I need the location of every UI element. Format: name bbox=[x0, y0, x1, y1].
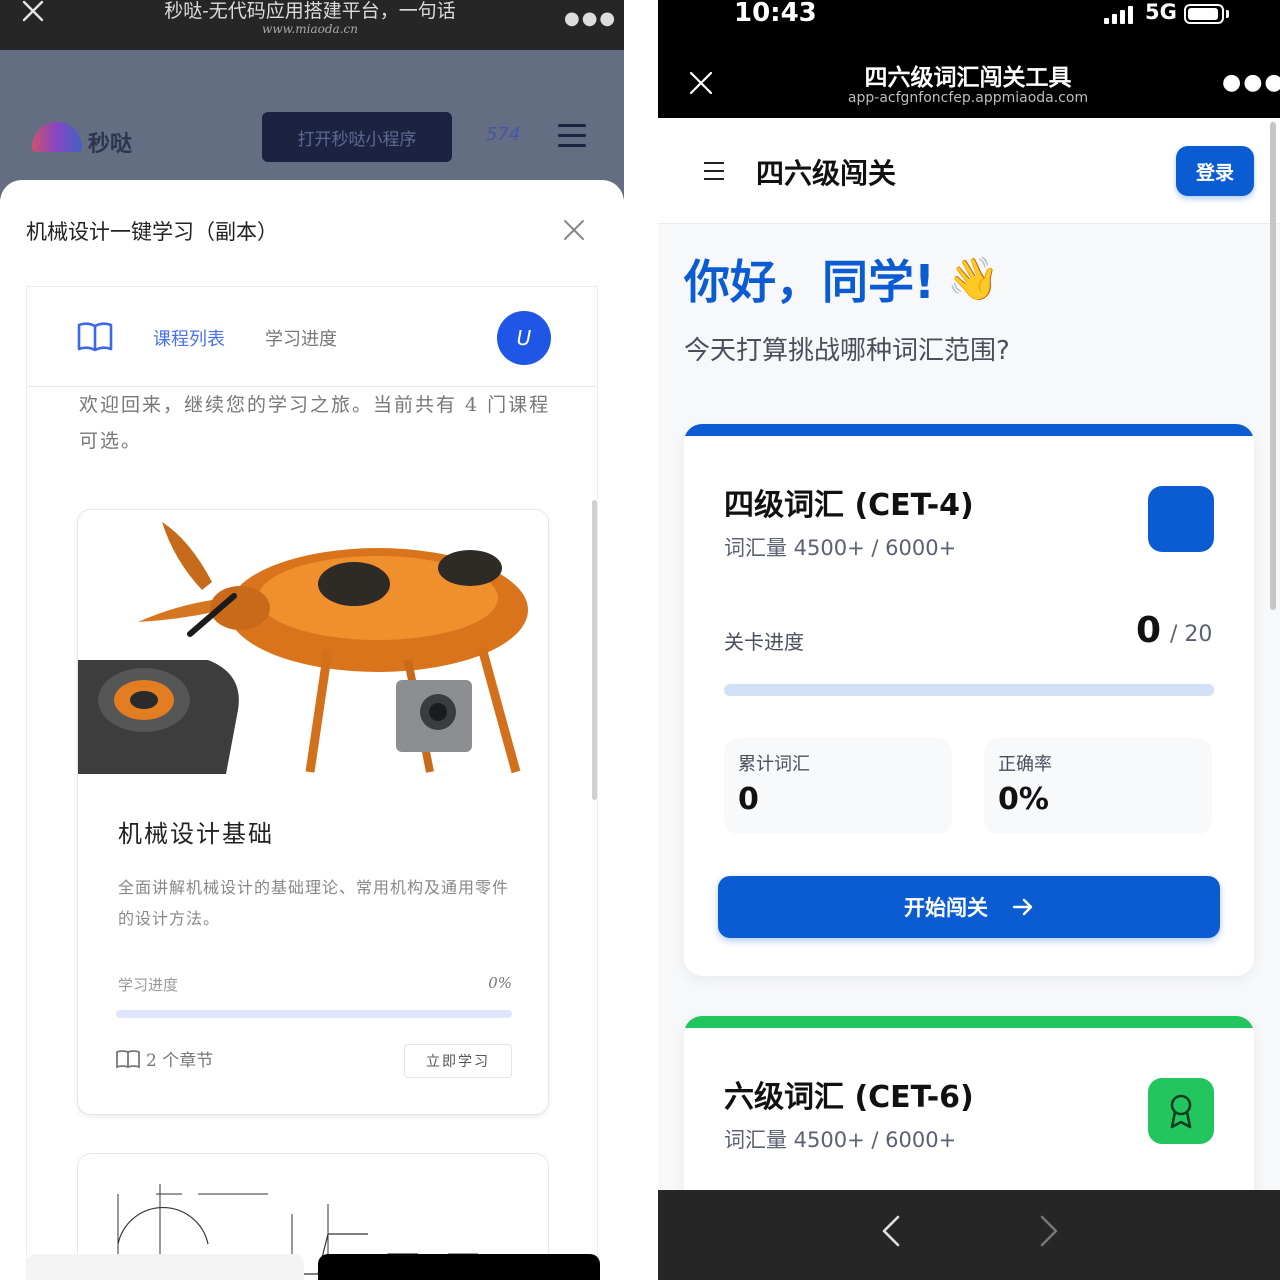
scrollbar[interactable] bbox=[1270, 122, 1276, 610]
network-type: 5G bbox=[1145, 0, 1177, 24]
count-badge: 574 bbox=[486, 124, 521, 145]
app-header: 四六级闯关 登录 bbox=[658, 118, 1280, 224]
stat-label: 正确率 bbox=[998, 754, 1052, 775]
study-now-button[interactable]: 立即学习 bbox=[404, 1044, 512, 1078]
miniprogram-url: app-acfgnfoncfep.appmiaoda.com bbox=[847, 90, 1089, 106]
miniprogram-title: 四六级词汇闯关工具 bbox=[864, 65, 1072, 91]
award-icon bbox=[1148, 1078, 1214, 1144]
bottom-sheet: 机械设计一键学习（副本） 课程列表 学习进度 U 欢迎回来，继续您的学习之旅。当… bbox=[0, 180, 624, 1280]
arrow-right-icon bbox=[1012, 898, 1033, 916]
subgreeting: 今天打算挑战哪种词汇范围? bbox=[684, 336, 1010, 366]
close-icon[interactable] bbox=[560, 216, 588, 244]
app-nav: 课程列表 学习进度 U bbox=[27, 287, 597, 387]
logo-text: 秒哒 bbox=[88, 132, 133, 157]
login-button[interactable]: 登录 bbox=[1176, 146, 1254, 196]
avatar[interactable]: U bbox=[497, 311, 551, 365]
tab-courses[interactable]: 课程列表 bbox=[153, 325, 225, 351]
scrollbar[interactable] bbox=[592, 500, 597, 800]
greeting: 你好，同学! 👋 bbox=[684, 246, 999, 312]
open-miniprogram-button[interactable]: 打开秒哒小程序 bbox=[262, 112, 452, 162]
battery-nub bbox=[1226, 10, 1229, 18]
stat-total-words: 累计词汇 0 bbox=[724, 738, 952, 834]
app-name: 四六级闯关 bbox=[756, 157, 897, 190]
level-title: 四级词汇 (CET-4) bbox=[724, 488, 974, 523]
book-icon bbox=[116, 1049, 140, 1068]
card-accent-bar bbox=[684, 424, 1254, 436]
level-subtitle: 词汇量 4500+ / 6000+ bbox=[724, 1128, 957, 1152]
stat-value: 0 bbox=[738, 782, 759, 817]
menu-icon[interactable] bbox=[704, 162, 724, 186]
stat-accuracy: 正确率 0% bbox=[984, 738, 1212, 834]
progress-current: 0 bbox=[1136, 610, 1162, 651]
course-image bbox=[78, 510, 548, 774]
course-title: 机械设计基础 bbox=[118, 820, 274, 848]
browser-nav-bar bbox=[658, 1190, 1280, 1280]
progress-bar bbox=[116, 1010, 512, 1018]
right-screenshot: 10:43 5G 四六级词汇闯关工具 app-acfgnfoncfep.appm… bbox=[658, 0, 1280, 1280]
sheet-title: 机械设计一键学习（副本） bbox=[26, 220, 278, 244]
page-title: 秒哒-无代码应用搭建平台，一句话 bbox=[164, 0, 456, 22]
more-icon[interactable]: ●●● bbox=[564, 8, 617, 29]
progress-label: 学习进度 bbox=[118, 976, 179, 994]
tab-progress[interactable]: 学习进度 bbox=[265, 325, 337, 351]
cet4-card[interactable]: 四级词汇 (CET-4) 词汇量 4500+ / 6000+ 关卡进度 0 / … bbox=[684, 424, 1254, 976]
chevron-right-icon[interactable] bbox=[1038, 1214, 1060, 1248]
miniprogram-bar: 四六级词汇闯关工具 app-acfgnfoncfep.appmiaoda.com… bbox=[658, 50, 1280, 118]
welcome-text: 欢迎回来，继续您的学习之旅。当前共有 4 门课程可选。 bbox=[79, 394, 551, 452]
battery-icon bbox=[1184, 4, 1224, 24]
divider bbox=[624, 0, 658, 1280]
book-icon bbox=[77, 322, 113, 352]
course-card[interactable]: 机械设计基础 全面讲解机械设计的基础理论、常用机构及通用零件的设计方法。 学习进… bbox=[77, 509, 549, 1115]
progress-total: / 20 bbox=[1170, 622, 1213, 647]
level-badge-icon bbox=[1148, 486, 1214, 552]
stat-value: 0% bbox=[998, 782, 1049, 817]
app-preview: 课程列表 学习进度 U 欢迎回来，继续您的学习之旅。当前共有 4 门课程可选。 bbox=[26, 286, 598, 1280]
progress-label: 关卡进度 bbox=[724, 630, 804, 654]
greeting-text: 你好，同学! bbox=[684, 255, 935, 309]
chapters-info: 2 个章节 bbox=[116, 1046, 213, 1071]
site-header: 秒哒 打开秒哒小程序 574 bbox=[0, 50, 624, 200]
status-time: 10:43 bbox=[734, 0, 817, 28]
card-accent-bar bbox=[684, 1016, 1254, 1028]
progress-bar bbox=[724, 684, 1214, 696]
level-subtitle: 词汇量 4500+ / 6000+ bbox=[724, 536, 957, 560]
menu-icon[interactable] bbox=[558, 124, 588, 148]
close-icon[interactable] bbox=[688, 70, 714, 96]
chevron-left-icon[interactable] bbox=[880, 1214, 902, 1248]
more-icon[interactable]: ●●● bbox=[1222, 70, 1280, 95]
left-screenshot: 秒哒-无代码应用搭建平台，一句话 www.miaoda.cn ●●● 秒哒 打开… bbox=[0, 0, 624, 1280]
status-bar: 10:43 5G bbox=[658, 0, 1280, 50]
signal-icon bbox=[1104, 6, 1133, 24]
cet6-card[interactable]: 六级词汇 (CET-6) 词汇量 4500+ / 6000+ bbox=[684, 1016, 1254, 1216]
wave-icon: 👋 bbox=[946, 254, 1000, 303]
start-button-label: 开始闯关 bbox=[904, 896, 988, 920]
close-icon[interactable] bbox=[18, 0, 48, 30]
secondary-action-button[interactable] bbox=[26, 1254, 304, 1280]
logo-icon bbox=[32, 122, 82, 152]
course-description: 全面讲解机械设计的基础理论、常用机构及通用零件的设计方法。 bbox=[118, 878, 510, 928]
left-top-bar: 秒哒-无代码应用搭建平台，一句话 www.miaoda.cn ●●● bbox=[0, 0, 624, 50]
primary-action-button[interactable] bbox=[318, 1254, 600, 1280]
start-button[interactable]: 开始闯关 bbox=[718, 876, 1220, 938]
page-url: www.miaoda.cn bbox=[262, 22, 358, 36]
stat-label: 累计词汇 bbox=[738, 754, 810, 775]
progress-value: 0% bbox=[488, 974, 512, 992]
level-title: 六级词汇 (CET-6) bbox=[724, 1080, 974, 1115]
chapters-count: 2 个章节 bbox=[146, 1051, 214, 1071]
